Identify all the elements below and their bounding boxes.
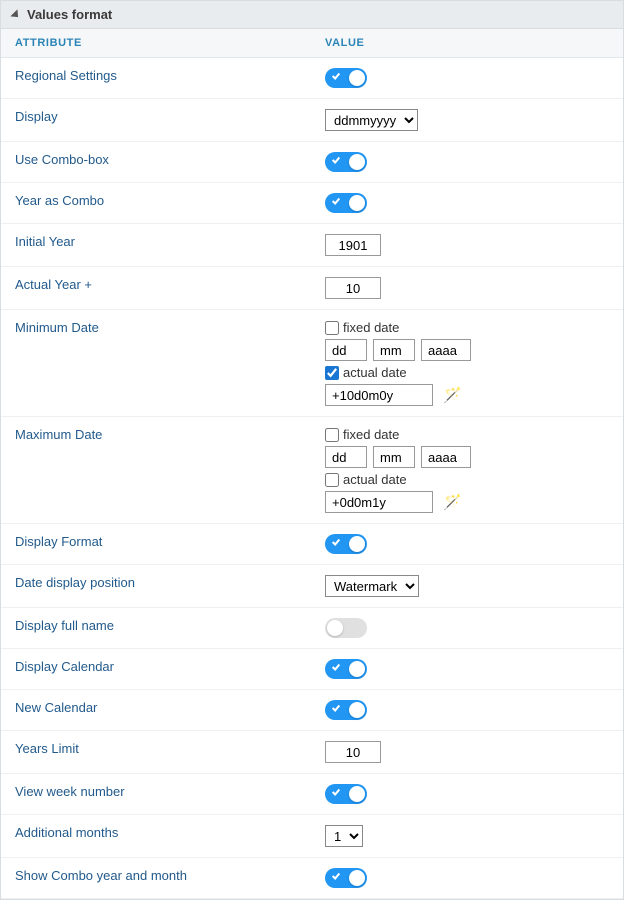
- row-regional-settings: Regional Settings: [1, 58, 623, 99]
- attr-label: Year as Combo: [1, 183, 311, 223]
- min-dd-input[interactable]: [325, 339, 367, 361]
- attr-label: Show Combo year and month: [1, 858, 311, 898]
- attr-label: Maximum Date: [1, 417, 311, 523]
- min-actual-checkbox[interactable]: [325, 366, 339, 380]
- use-combo-toggle[interactable]: [325, 152, 367, 172]
- row-initial-year: Initial Year: [1, 224, 623, 267]
- min-mm-input[interactable]: [373, 339, 415, 361]
- actual-year-plus-input[interactable]: [325, 277, 381, 299]
- panel-header[interactable]: Values format: [1, 1, 623, 29]
- attr-label: Initial Year: [1, 224, 311, 266]
- min-actual-label: actual date: [343, 365, 407, 380]
- attr-label: New Calendar: [1, 690, 311, 730]
- row-display-full-name: Display full name: [1, 608, 623, 649]
- row-year-as-combo: Year as Combo: [1, 183, 623, 224]
- column-headers: ATTRIBUTE VALUE: [1, 29, 623, 58]
- max-fixed-checkbox[interactable]: [325, 428, 339, 442]
- attr-label: Use Combo-box: [1, 142, 311, 182]
- regional-settings-toggle[interactable]: [325, 68, 367, 88]
- min-year-input[interactable]: [421, 339, 471, 361]
- attr-label: Regional Settings: [1, 58, 311, 98]
- attr-label: Additional months: [1, 815, 311, 857]
- attr-label: Display full name: [1, 608, 311, 648]
- row-additional-months: Additional months 1: [1, 815, 623, 858]
- row-date-display-position: Date display position Watermark: [1, 565, 623, 608]
- row-actual-year-plus: Actual Year +: [1, 267, 623, 310]
- attr-label: Display Calendar: [1, 649, 311, 689]
- attr-label: Display: [1, 99, 311, 141]
- attr-label: Actual Year +: [1, 267, 311, 309]
- panel-title: Values format: [27, 7, 112, 22]
- max-actual-checkbox[interactable]: [325, 473, 339, 487]
- row-minimum-date: Minimum Date fixed date actual date 🪄: [1, 310, 623, 417]
- display-select[interactable]: ddmmyyyy: [325, 109, 418, 131]
- max-year-input[interactable]: [421, 446, 471, 468]
- wand-icon[interactable]: 🪄: [443, 493, 462, 511]
- display-format-toggle[interactable]: [325, 534, 367, 554]
- row-new-calendar: New Calendar: [1, 690, 623, 731]
- max-actual-label: actual date: [343, 472, 407, 487]
- row-view-week-number: View week number: [1, 774, 623, 815]
- max-mm-input[interactable]: [373, 446, 415, 468]
- initial-year-input[interactable]: [325, 234, 381, 256]
- date-display-position-select[interactable]: Watermark: [325, 575, 419, 597]
- row-years-limit: Years Limit: [1, 731, 623, 774]
- row-maximum-date: Maximum Date fixed date actual date 🪄: [1, 417, 623, 524]
- attr-label: Display Format: [1, 524, 311, 564]
- additional-months-select[interactable]: 1: [325, 825, 363, 847]
- row-use-combo: Use Combo-box: [1, 142, 623, 183]
- row-show-combo-year-month: Show Combo year and month: [1, 858, 623, 899]
- max-expr-input[interactable]: [325, 491, 433, 513]
- show-combo-year-month-toggle[interactable]: [325, 868, 367, 888]
- display-full-name-toggle[interactable]: [325, 618, 367, 638]
- new-calendar-toggle[interactable]: [325, 700, 367, 720]
- attribute-header: ATTRIBUTE: [1, 29, 311, 57]
- values-format-panel: Values format ATTRIBUTE VALUE Regional S…: [0, 0, 624, 900]
- max-fixed-label: fixed date: [343, 427, 399, 442]
- value-header: VALUE: [311, 29, 623, 57]
- min-fixed-checkbox[interactable]: [325, 321, 339, 335]
- display-calendar-toggle[interactable]: [325, 659, 367, 679]
- collapse-icon: [10, 9, 21, 20]
- years-limit-input[interactable]: [325, 741, 381, 763]
- wand-icon[interactable]: 🪄: [443, 386, 462, 404]
- attr-label: View week number: [1, 774, 311, 814]
- view-week-number-toggle[interactable]: [325, 784, 367, 804]
- row-display-calendar: Display Calendar: [1, 649, 623, 690]
- year-as-combo-toggle[interactable]: [325, 193, 367, 213]
- row-display: Display ddmmyyyy: [1, 99, 623, 142]
- row-display-format: Display Format: [1, 524, 623, 565]
- attr-label: Minimum Date: [1, 310, 311, 416]
- max-dd-input[interactable]: [325, 446, 367, 468]
- min-fixed-label: fixed date: [343, 320, 399, 335]
- attr-label: Years Limit: [1, 731, 311, 773]
- attr-label: Date display position: [1, 565, 311, 607]
- min-expr-input[interactable]: [325, 384, 433, 406]
